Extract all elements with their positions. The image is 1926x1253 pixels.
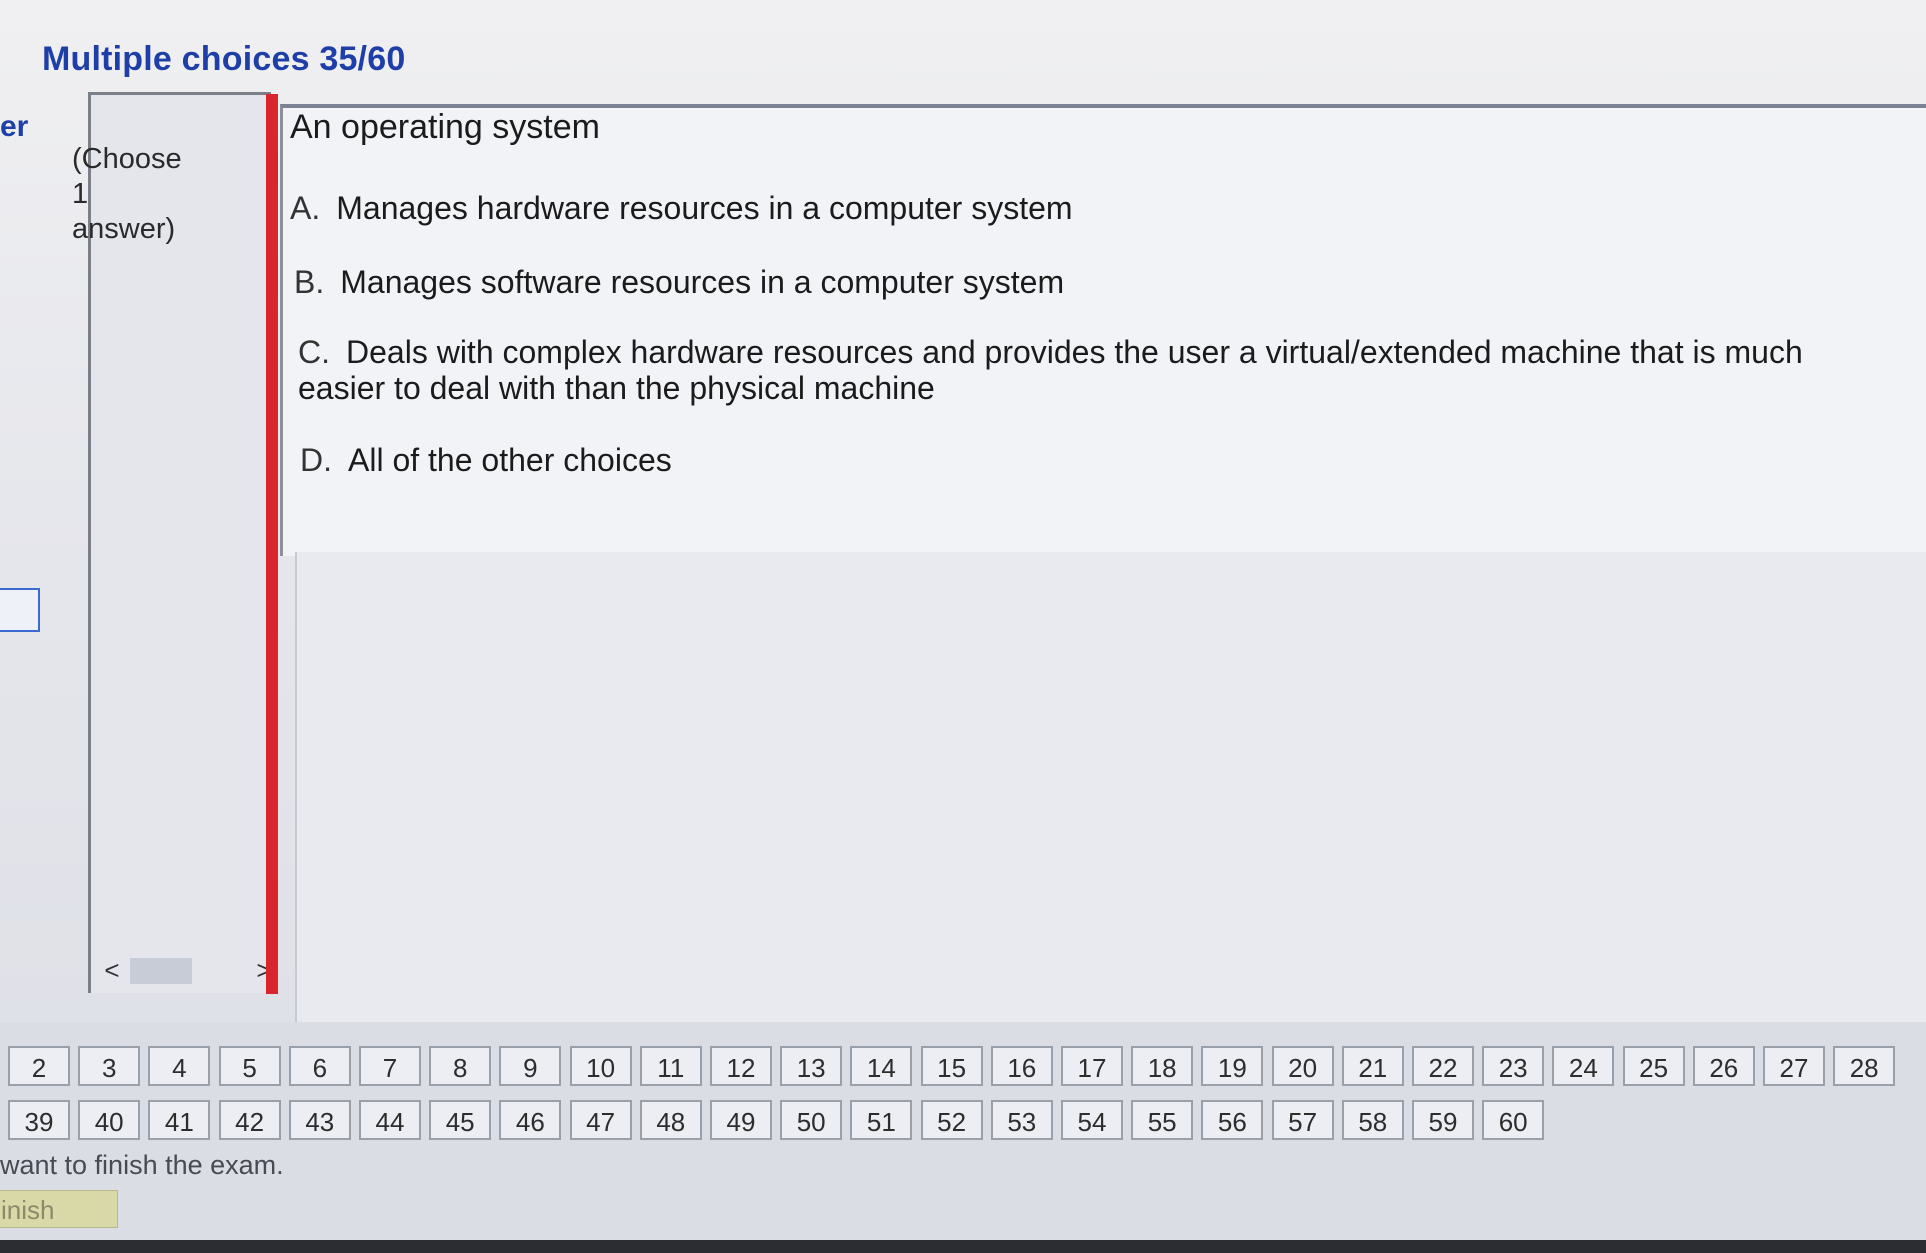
question-nav-button[interactable]: 3 bbox=[78, 1046, 141, 1086]
question-nav-button[interactable]: 12 bbox=[710, 1046, 772, 1086]
question-nav-button[interactable]: 25 bbox=[1622, 1046, 1685, 1086]
horizontal-scrollbar[interactable]: < > bbox=[96, 955, 278, 987]
option-text: Manages software resources in a computer… bbox=[340, 264, 1065, 300]
question-navigator: 2 3 4 5 6 7 8 9 10 11 12 13 14 15 16 17 18 19 20 21 22 23 24 25… bbox=[0, 1022, 1926, 1253]
question-nav-button[interactable]: 18 bbox=[1131, 1046, 1194, 1086]
option-c[interactable]: C. Deals with complex hardware resources … bbox=[298, 334, 1818, 406]
question-nav-button[interactable]: 17 bbox=[1061, 1046, 1123, 1086]
question-nav-button[interactable]: 27 bbox=[1763, 1046, 1825, 1086]
finish-button[interactable]: inish bbox=[0, 1190, 118, 1228]
question-nav-button[interactable]: 14 bbox=[850, 1046, 913, 1086]
question-nav-button[interactable]: 45 bbox=[429, 1100, 492, 1140]
question-nav-button[interactable]: 20 bbox=[1271, 1046, 1334, 1086]
question-nav-button[interactable]: 42 bbox=[218, 1100, 281, 1140]
question-nav-button[interactable]: 5 bbox=[218, 1046, 281, 1086]
question-nav-button[interactable]: 15 bbox=[920, 1046, 983, 1086]
question-nav-button[interactable]: 21 bbox=[1341, 1046, 1404, 1086]
question-nav-button[interactable]: 41 bbox=[148, 1100, 211, 1140]
option-text: Deals with complex hardware resources an… bbox=[298, 334, 1803, 406]
question-nav-button[interactable]: 6 bbox=[288, 1046, 351, 1086]
question-panel bbox=[280, 104, 1926, 556]
question-nav-button[interactable]: 48 bbox=[639, 1100, 702, 1140]
option-d[interactable]: D. All of the other choices bbox=[300, 442, 672, 478]
scroll-thumb[interactable] bbox=[130, 958, 192, 984]
exam-screen: Multiple choices 35/60 er (Choose 1 answ… bbox=[0, 0, 1926, 1253]
scroll-left-icon[interactable]: < bbox=[100, 955, 124, 986]
option-text: All of the other choices bbox=[348, 442, 672, 478]
question-nav-button[interactable]: 46 bbox=[499, 1100, 562, 1140]
question-nav-button[interactable]: 13 bbox=[780, 1046, 843, 1086]
finish-message: want to finish the exam. bbox=[0, 1150, 284, 1180]
question-nav-button[interactable]: 24 bbox=[1552, 1046, 1615, 1086]
question-nav-button[interactable]: 52 bbox=[920, 1100, 983, 1140]
option-letter: D. bbox=[300, 442, 332, 478]
question-nav-button[interactable]: 49 bbox=[710, 1100, 772, 1140]
question-nav-button[interactable]: 22 bbox=[1412, 1046, 1474, 1086]
question-nav-button[interactable]: 10 bbox=[569, 1046, 632, 1086]
question-nav-button[interactable]: 58 bbox=[1341, 1100, 1404, 1140]
question-nav-button[interactable]: 51 bbox=[850, 1100, 913, 1140]
question-nav-button[interactable]: 40 bbox=[78, 1100, 141, 1140]
question-nav-button[interactable]: 60 bbox=[1482, 1100, 1545, 1140]
option-a[interactable]: A. Manages hardware resources in a comput… bbox=[290, 190, 1073, 226]
left-cut-checkbox[interactable] bbox=[0, 588, 40, 632]
question-nav-button[interactable]: 11 bbox=[639, 1046, 702, 1086]
question-nav-button[interactable]: 7 bbox=[359, 1046, 421, 1086]
question-nav-button[interactable]: 8 bbox=[429, 1046, 492, 1086]
question-nav-button[interactable]: 19 bbox=[1201, 1046, 1264, 1086]
screen-bezel bbox=[0, 1240, 1926, 1253]
question-nav-button[interactable]: 59 bbox=[1412, 1100, 1474, 1140]
page-title: Multiple choices 35/60 bbox=[42, 40, 406, 78]
question-nav-button[interactable]: 50 bbox=[780, 1100, 843, 1140]
active-question-indicator bbox=[266, 94, 278, 994]
option-b[interactable]: B. Manages software resources in a comput… bbox=[294, 264, 1064, 300]
option-letter: B. bbox=[294, 264, 325, 300]
question-nav-button[interactable]: 53 bbox=[990, 1100, 1053, 1140]
question-nav-button[interactable]: 44 bbox=[359, 1100, 421, 1140]
option-letter: C. bbox=[298, 334, 330, 370]
choose-instruction: (Choose 1 answer) bbox=[72, 143, 182, 245]
option-text: Manages hardware resources in a computer… bbox=[336, 190, 1073, 226]
question-nav-button[interactable]: 28 bbox=[1833, 1046, 1896, 1086]
question-text: An operating system bbox=[290, 108, 600, 146]
question-nav-button[interactable]: 23 bbox=[1482, 1046, 1545, 1086]
question-nav-button[interactable]: 54 bbox=[1061, 1100, 1123, 1140]
question-nav-button[interactable]: 43 bbox=[288, 1100, 351, 1140]
left-cut-label: er bbox=[0, 110, 29, 143]
question-nav-button[interactable]: 57 bbox=[1271, 1100, 1334, 1140]
question-nav-button[interactable]: 39 bbox=[8, 1100, 70, 1140]
question-nav-button[interactable]: 47 bbox=[569, 1100, 632, 1140]
question-nav-button[interactable]: 9 bbox=[499, 1046, 562, 1086]
question-empty-area bbox=[295, 552, 1926, 1022]
question-nav-button[interactable]: 4 bbox=[148, 1046, 211, 1086]
question-nav-button[interactable]: 26 bbox=[1692, 1046, 1755, 1086]
option-letter: A. bbox=[290, 190, 321, 226]
question-nav-button[interactable]: 2 bbox=[8, 1046, 70, 1086]
question-nav-button[interactable]: 55 bbox=[1131, 1100, 1194, 1140]
question-nav-button[interactable]: 16 bbox=[990, 1046, 1053, 1086]
question-nav-button[interactable]: 56 bbox=[1201, 1100, 1264, 1140]
